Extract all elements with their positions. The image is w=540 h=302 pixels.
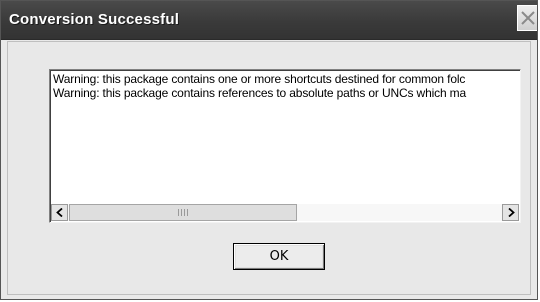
scroll-right-button[interactable] <box>502 204 519 221</box>
message-line: Warning: this package contains one or mo… <box>53 72 466 86</box>
title-bar[interactable]: Conversion Successful <box>1 1 537 40</box>
message-list[interactable]: Warning: this package contains one or mo… <box>49 69 521 223</box>
ok-button[interactable]: OK <box>233 243 325 270</box>
close-icon <box>521 11 535 25</box>
chevron-left-icon <box>56 208 63 217</box>
dialog-title: Conversion Successful <box>9 11 180 28</box>
message-lines: Warning: this package contains one or mo… <box>53 72 520 200</box>
chevron-right-icon <box>508 208 515 217</box>
close-button[interactable] <box>517 5 537 31</box>
message-line: Warning: this package contains reference… <box>53 86 467 100</box>
scroll-left-button[interactable] <box>51 204 68 221</box>
scroll-track[interactable] <box>68 204 502 221</box>
scroll-thumb[interactable] <box>69 204 297 221</box>
dialog-window: Conversion Successful Warning: this pack… <box>0 0 538 300</box>
scroll-thumb-grip <box>178 209 188 216</box>
horizontal-scrollbar[interactable] <box>51 204 519 221</box>
